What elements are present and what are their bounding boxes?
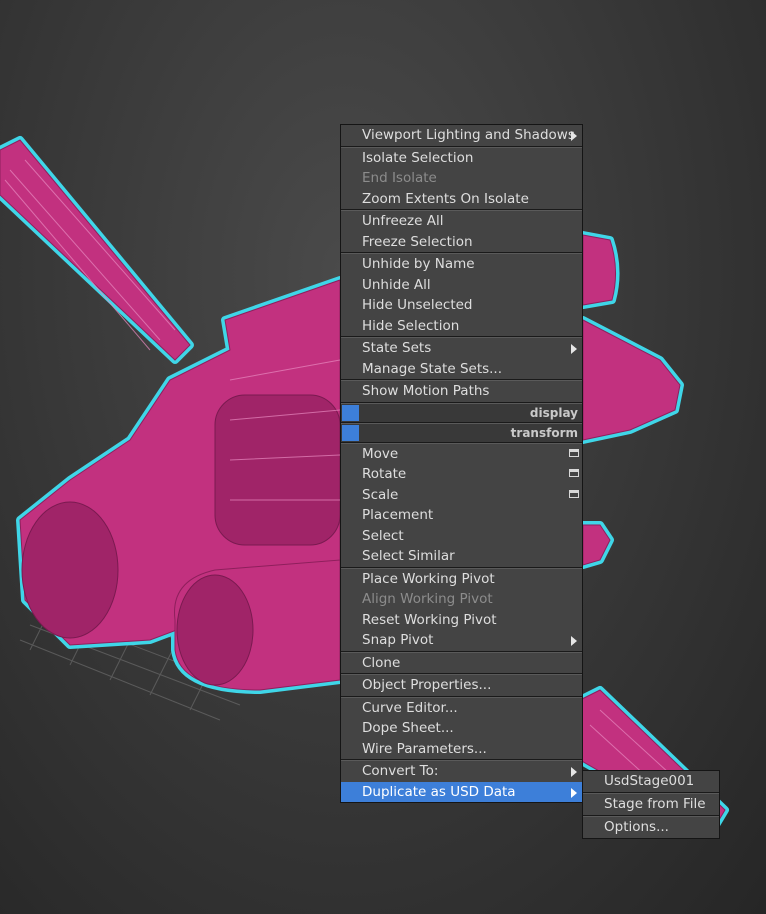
- menu-item-unfreeze-all[interactable]: Unfreeze All: [341, 211, 582, 232]
- menu-item-place-working-pivot[interactable]: Place Working Pivot: [341, 569, 582, 590]
- menu-item-object-properties[interactable]: Object Properties...: [341, 675, 582, 696]
- menu-item-snap-pivot[interactable]: Snap Pivot: [341, 630, 582, 651]
- quad-header-transform[interactable]: transform: [341, 423, 582, 442]
- menu-item-rotate[interactable]: Rotate: [341, 464, 582, 485]
- menu-item-viewport-lighting[interactable]: Viewport Lighting and Shadows: [341, 125, 582, 146]
- menu-item-label: Duplicate as USD Data: [362, 783, 516, 800]
- submenu-arrow-icon: [571, 787, 577, 798]
- submenu-item-stage-from-file[interactable]: Stage from File: [583, 794, 719, 815]
- menu-item-label: Reset Working Pivot: [362, 611, 497, 628]
- menu-item-duplicate-as-usd[interactable]: Duplicate as USD Data: [341, 781, 582, 802]
- quad-header-display[interactable]: display: [341, 403, 582, 422]
- menu-item-label: Placement: [362, 507, 434, 523]
- menu-item-unhide-by-name[interactable]: Unhide by Name: [341, 254, 582, 275]
- menu-item-wire-parameters[interactable]: Wire Parameters...: [341, 739, 582, 760]
- menu-item-label: Viewport Lighting and Shadows: [362, 127, 575, 143]
- menu-item-show-motion-paths[interactable]: Show Motion Paths: [341, 381, 582, 402]
- menu-item-label: Unhide All: [362, 276, 431, 293]
- menu-item-hide-selection[interactable]: Hide Selection: [341, 316, 582, 337]
- menu-item-label: Select Similar: [362, 548, 455, 564]
- menu-item-align-working-pivot[interactable]: Align Working Pivot: [341, 589, 582, 610]
- menu-item-label: Freeze Selection: [362, 233, 473, 250]
- menu-item-label: End Isolate: [362, 170, 437, 186]
- menu-item-label: Select: [362, 527, 404, 544]
- menu-item-label: Curve Editor...: [362, 699, 458, 716]
- menu-item-reset-working-pivot[interactable]: Reset Working Pivot: [341, 610, 582, 631]
- menu-item-state-sets[interactable]: State Sets: [341, 338, 582, 359]
- menu-item-end-isolate[interactable]: End Isolate: [341, 168, 582, 189]
- menu-item-label: Unhide by Name: [362, 256, 475, 272]
- menu-item-label: Wire Parameters...: [362, 740, 487, 757]
- submenu-arrow-icon: [571, 767, 577, 777]
- menu-item-select-similar[interactable]: Select Similar: [341, 546, 582, 567]
- menu-item-label: Rotate: [362, 466, 407, 482]
- menu-item-label: Dope Sheet...: [362, 720, 454, 736]
- menu-item-unhide-all[interactable]: Unhide All: [341, 275, 582, 296]
- submenu-item-usd-stage[interactable]: UsdStage001: [583, 771, 719, 792]
- quad-color-swatch: [342, 404, 359, 421]
- menu-item-hide-unselected[interactable]: Hide Unselected: [341, 295, 582, 316]
- settings-dialog-icon[interactable]: [569, 469, 579, 477]
- menu-item-curve-editor[interactable]: Curve Editor...: [341, 698, 582, 719]
- menu-item-select[interactable]: Select: [341, 526, 582, 547]
- settings-dialog-icon[interactable]: [569, 448, 579, 457]
- menu-item-label: Show Motion Paths: [362, 383, 490, 399]
- menu-item-label: Hide Unselected: [362, 297, 473, 313]
- menu-item-label: Scale: [362, 486, 399, 503]
- quad-header-label: display: [529, 405, 578, 420]
- menu-item-label: Move: [362, 445, 399, 462]
- menu-item-label: UsdStage001: [604, 773, 695, 789]
- quad-color-swatch: [342, 424, 359, 441]
- submenu-arrow-icon: [571, 131, 577, 141]
- menu-item-isolate-selection[interactable]: Isolate Selection: [341, 148, 582, 169]
- menu-item-label: Place Working Pivot: [362, 570, 495, 587]
- menu-item-label: Align Working Pivot: [362, 591, 493, 607]
- menu-item-label: Hide Selection: [362, 317, 460, 334]
- submenu-item-options[interactable]: Options...: [583, 817, 719, 838]
- menu-item-convert-to[interactable]: Convert To:: [341, 761, 582, 782]
- menu-item-clone[interactable]: Clone: [341, 653, 582, 674]
- menu-item-zoom-extents-on-isolate[interactable]: Zoom Extents On Isolate: [341, 189, 582, 210]
- menu-item-label: Options...: [604, 819, 669, 835]
- menu-item-label: Isolate Selection: [362, 149, 474, 166]
- quad-header-label: transform: [510, 425, 578, 440]
- submenu-arrow-icon: [571, 636, 577, 646]
- menu-item-label: Unfreeze All: [362, 213, 444, 229]
- menu-item-freeze-selection[interactable]: Freeze Selection: [341, 232, 582, 253]
- menu-item-dope-sheet[interactable]: Dope Sheet...: [341, 718, 582, 739]
- menu-item-label: Zoom Extents On Isolate: [362, 190, 529, 207]
- menu-item-label: Snap Pivot: [362, 632, 434, 648]
- menu-item-label: State Sets: [362, 340, 432, 356]
- menu-item-label: Stage from File: [604, 796, 706, 812]
- menu-item-label: Convert To:: [362, 763, 439, 779]
- menu-item-scale[interactable]: Scale: [341, 485, 582, 506]
- menu-item-placement[interactable]: Placement: [341, 505, 582, 526]
- submenu-arrow-icon: [571, 344, 577, 354]
- menu-item-label: Manage State Sets...: [362, 360, 503, 377]
- menu-item-label: Clone: [362, 654, 401, 671]
- menu-item-label: Object Properties...: [362, 677, 492, 693]
- settings-dialog-icon[interactable]: [569, 489, 579, 498]
- quad-menu: Viewport Lighting and Shadows Isolate Se…: [340, 124, 583, 803]
- menu-item-manage-state-sets[interactable]: Manage State Sets...: [341, 359, 582, 380]
- menu-item-move[interactable]: Move: [341, 444, 582, 465]
- usd-submenu: UsdStage001 Stage from File Options...: [582, 770, 720, 839]
